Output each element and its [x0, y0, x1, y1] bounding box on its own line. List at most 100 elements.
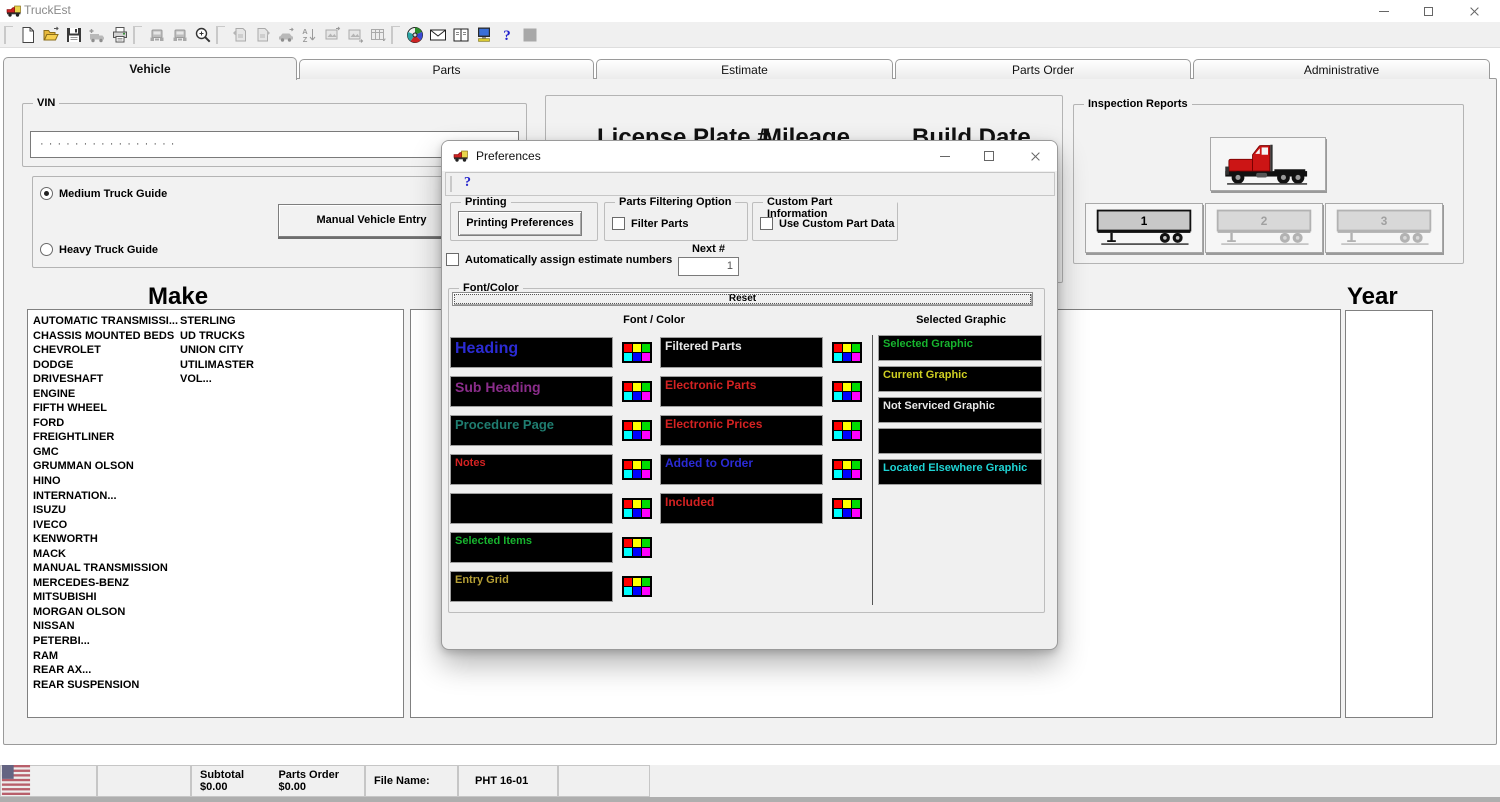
use-custom-part-data-checkbox[interactable] [760, 217, 773, 230]
sample-text: Filtered Parts [665, 339, 742, 353]
auto-assign-estimate-checkbox[interactable] [446, 253, 459, 266]
make-list-item[interactable]: INTERNATION... [33, 489, 178, 504]
color-palette-icon[interactable] [622, 459, 652, 480]
toolbar-zoom-magnifier-button[interactable] [191, 24, 214, 46]
make-list-item[interactable]: UD TRUCKS [180, 329, 254, 344]
color-palette-icon[interactable] [622, 498, 652, 519]
make-list-item[interactable]: KENWORTH [33, 532, 178, 547]
toolbar-open-file-button[interactable] [39, 24, 62, 46]
toolbar-globe-wheel-button[interactable] [403, 24, 426, 46]
tab-estimate[interactable]: Estimate [596, 59, 893, 79]
make-list-item[interactable]: ENGINE [33, 387, 178, 402]
make-list-item[interactable]: FORD [33, 416, 178, 431]
make-list-item[interactable]: FREIGHTLINER [33, 430, 178, 445]
trailer-2-inspection-button: 2 [1205, 203, 1323, 253]
font-sample-entry-grid[interactable]: Entry Grid [450, 571, 613, 602]
make-list-item[interactable]: AUTOMATIC TRANSMISSI... [33, 314, 178, 329]
trailer-1-inspection-button[interactable]: 1 [1085, 203, 1203, 253]
color-palette-icon[interactable] [622, 420, 652, 441]
tractor-inspection-button[interactable] [1210, 137, 1326, 191]
color-palette-icon[interactable] [832, 342, 862, 363]
make-list-item[interactable]: GMC [33, 445, 178, 460]
tab-vehicle[interactable]: Vehicle [3, 57, 297, 80]
make-list-item[interactable]: MITSUBISHI [33, 590, 178, 605]
color-palette-icon[interactable] [622, 576, 652, 597]
make-list-item[interactable]: MACK [33, 547, 178, 562]
make-list-item[interactable]: REAR AX... [33, 663, 178, 678]
tab-parts[interactable]: Parts [299, 59, 594, 79]
font-sample-procedure-page[interactable]: Procedure Page [450, 415, 613, 446]
make-list-item[interactable]: VOL... [180, 372, 254, 387]
color-palette-icon[interactable] [622, 537, 652, 558]
heavy-truck-guide-radio[interactable] [40, 243, 53, 256]
font-sample-notes[interactable]: Notes [450, 454, 613, 485]
graphic-sample-not-serviced-graphic[interactable]: Not Serviced Graphic [878, 397, 1042, 423]
make-list-item[interactable]: PETERBI... [33, 634, 178, 649]
toolbar-address-book-button[interactable] [449, 24, 472, 46]
font-sample-electronic-parts[interactable]: Electronic Parts [660, 376, 823, 407]
next-number-input[interactable]: 1 [678, 257, 739, 276]
dialog-help-icon[interactable]: ? [464, 175, 471, 191]
sample-text: Included [665, 495, 715, 509]
color-palette-icon[interactable] [832, 420, 862, 441]
make-list-item[interactable]: UNION CITY [180, 343, 254, 358]
dialog-maximize-button[interactable] [971, 141, 1007, 171]
font-sample-included[interactable]: Included [660, 493, 823, 524]
graphic-sample-current-graphic[interactable]: Current Graphic [878, 366, 1042, 392]
make-list-item[interactable]: STERLING [180, 314, 254, 329]
toolbar-new-document-button[interactable] [16, 24, 39, 46]
reset-button[interactable]: Reset [452, 292, 1033, 306]
font-sample-blank[interactable] [450, 493, 613, 524]
make-list-item[interactable]: FIFTH WHEEL [33, 401, 178, 416]
tab-administrative[interactable]: Administrative [1193, 59, 1490, 79]
dialog-minimize-button[interactable] [927, 141, 963, 171]
printing-preferences-button[interactable]: Printing Preferences [458, 211, 582, 236]
toolbar-save-button[interactable] [62, 24, 85, 46]
window-close-button[interactable] [1452, 0, 1496, 22]
dialog-close-button[interactable] [1017, 141, 1053, 171]
make-list-item[interactable]: IVECO [33, 518, 178, 533]
make-list-item[interactable]: HINO [33, 474, 178, 489]
font-sample-added-to-order[interactable]: Added to Order [660, 454, 823, 485]
make-list-item[interactable]: CHEVROLET [33, 343, 178, 358]
make-list-item[interactable]: ISUZU [33, 503, 178, 518]
font-sample-electronic-prices[interactable]: Electronic Prices [660, 415, 823, 446]
make-list-item[interactable]: RAM [33, 649, 178, 664]
year-list[interactable] [1345, 310, 1433, 718]
font-sample-sub-heading[interactable]: Sub Heading [450, 376, 613, 407]
make-list-item[interactable]: CHASSIS MOUNTED BEDS [33, 329, 178, 344]
make-list-item[interactable]: GRUMMAN OLSON [33, 459, 178, 474]
color-palette-icon[interactable] [622, 342, 652, 363]
make-list-item[interactable]: DODGE [33, 358, 178, 373]
make-list-item[interactable]: MANUAL TRANSMISSION [33, 561, 178, 576]
medium-truck-guide-radio[interactable] [40, 187, 53, 200]
make-list-item[interactable]: DRIVESHAFT [33, 372, 178, 387]
make-list-item[interactable]: MORGAN OLSON [33, 605, 178, 620]
graphic-sample-blank[interactable] [878, 428, 1042, 454]
toolbar-computer-monitor-button[interactable] [472, 24, 495, 46]
manual-vehicle-entry-button[interactable]: Manual Vehicle Entry [278, 204, 465, 237]
make-list-item[interactable]: NISSAN [33, 619, 178, 634]
font-color-header: Font / Color [623, 314, 685, 326]
toolbar-mail-envelope-button[interactable] [426, 24, 449, 46]
color-palette-icon[interactable] [622, 381, 652, 402]
font-sample-heading[interactable]: Heading [450, 337, 613, 368]
make-list-item[interactable]: UTILIMASTER [180, 358, 254, 373]
make-list-item[interactable]: REAR SUSPENSION [33, 678, 178, 693]
graphic-sample-selected-graphic[interactable]: Selected Graphic [878, 335, 1042, 361]
graphic-sample-located-elsewhere-graphic[interactable]: Located Elsewhere Graphic [878, 459, 1042, 485]
window-restore-button[interactable] [1406, 0, 1450, 22]
us-flag-icon [1, 764, 31, 798]
tab-parts-order[interactable]: Parts Order [895, 59, 1191, 79]
window-minimize-button[interactable] [1362, 0, 1406, 22]
make-list-item[interactable]: MERCEDES-BENZ [33, 576, 178, 591]
filter-parts-checkbox[interactable] [612, 217, 625, 230]
color-palette-icon[interactable] [832, 381, 862, 402]
make-list[interactable]: AUTOMATIC TRANSMISSI... CHASSIS MOUNTED B… [27, 309, 404, 718]
toolbar-print-button[interactable] [108, 24, 131, 46]
toolbar-help-question-button[interactable]: ? [495, 24, 518, 46]
font-sample-selected-items[interactable]: Selected Items [450, 532, 613, 563]
color-palette-icon[interactable] [832, 498, 862, 519]
font-sample-filtered-parts[interactable]: Filtered Parts [660, 337, 823, 368]
color-palette-icon[interactable] [832, 459, 862, 480]
